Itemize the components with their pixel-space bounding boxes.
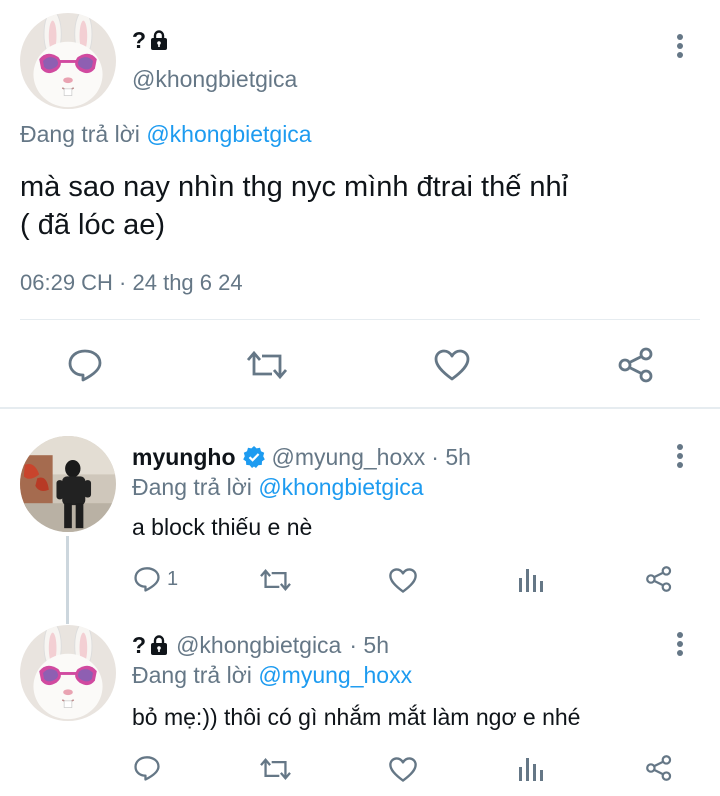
tweet-text-line2: ( đã lóc ae) <box>20 209 166 241</box>
verified-icon <box>242 445 266 469</box>
section-divider <box>0 407 720 409</box>
like-icon[interactable] <box>388 756 418 783</box>
share-icon[interactable] <box>645 565 673 593</box>
replying-to-link[interactable]: @khongbietgica <box>146 121 311 147</box>
display-name[interactable]: myungho <box>132 444 236 471</box>
author-handle[interactable]: @myung_hoxx <box>272 444 426 471</box>
share-icon[interactable] <box>645 754 673 782</box>
reply-header: ? @khongbietgica · 5h <box>132 631 389 659</box>
tweet-timestamp[interactable]: 06:29 CH · 24 thg 6 24 <box>20 270 243 296</box>
replying-to: Đang trả lời @khongbietgica <box>20 121 312 148</box>
like-icon[interactable] <box>388 567 418 594</box>
author-handle[interactable]: @khongbietgica <box>132 66 297 93</box>
more-options-icon[interactable] <box>672 631 688 657</box>
replying-to-link[interactable]: @myung_hoxx <box>258 662 412 688</box>
analytics-icon[interactable] <box>518 566 544 594</box>
divider <box>20 319 700 320</box>
reply-button[interactable]: 1 <box>133 566 178 592</box>
retweet-icon[interactable] <box>259 756 292 782</box>
share-icon[interactable] <box>617 346 655 384</box>
replying-prefix: Đang trả lời <box>132 474 252 500</box>
avatar[interactable] <box>20 625 116 721</box>
more-options-icon[interactable] <box>672 443 688 469</box>
reply-icon <box>133 566 161 592</box>
replying-to: Đang trả lời @khongbietgica <box>132 474 424 501</box>
author-handle[interactable]: @khongbietgica <box>176 632 341 659</box>
replying-to-link[interactable]: @khongbietgica <box>258 474 423 500</box>
avatar[interactable] <box>20 13 116 109</box>
replying-prefix: Đang trả lời <box>20 121 140 147</box>
reply-icon[interactable] <box>133 755 161 781</box>
thread-line <box>66 536 69 624</box>
replying-to: Đang trả lời @myung_hoxx <box>132 662 412 689</box>
replying-prefix: Đang trả lời <box>132 662 252 688</box>
reply-count: 1 <box>167 567 179 590</box>
tweet-text: mà sao nay nhìn thg nyc mình đtrai thế n… <box>20 168 568 244</box>
retweet-icon[interactable] <box>246 348 288 382</box>
display-name[interactable]: ? <box>132 27 146 54</box>
reply-time[interactable]: · 5h <box>349 632 389 659</box>
lock-icon <box>150 30 168 50</box>
lock-icon <box>150 635 168 655</box>
retweet-icon[interactable] <box>259 567 292 593</box>
display-name[interactable]: ? <box>132 632 146 659</box>
tweet-text-line1: mà sao nay nhìn thg nyc mình đtrai thế n… <box>20 171 569 203</box>
reply-header: myungho @myung_hoxx · 5h <box>132 443 471 471</box>
reply-text: a block thiếu e nè <box>132 514 313 540</box>
like-icon[interactable] <box>433 348 471 382</box>
avatar[interactable] <box>20 436 116 532</box>
author-name-row: ? <box>132 26 168 54</box>
reply-text: bỏ mẹ:)) thôi có gì nhắm mắt làm ngơ e n… <box>132 704 581 730</box>
reply-icon[interactable] <box>67 348 103 382</box>
reply-time[interactable]: · 5h <box>431 444 471 471</box>
analytics-icon[interactable] <box>518 755 544 783</box>
more-options-icon[interactable] <box>672 33 688 59</box>
